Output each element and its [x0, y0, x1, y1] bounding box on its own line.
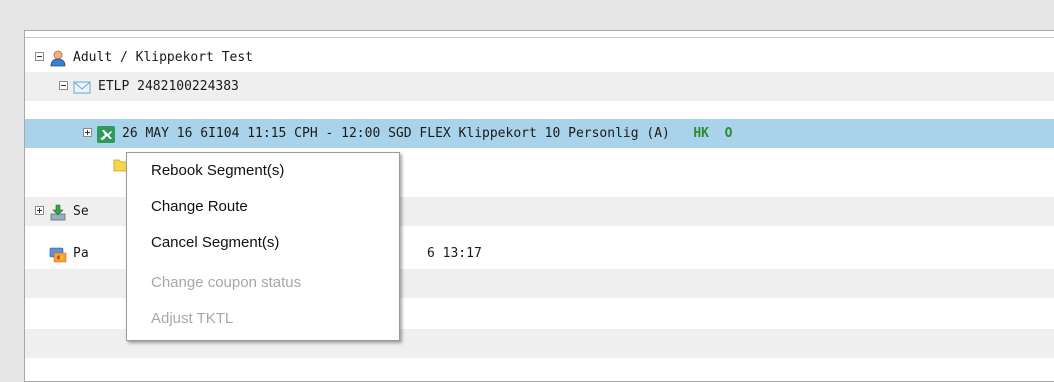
- tree-row-ticket[interactable]: ETLP 2482100224383: [25, 72, 1054, 101]
- segment-text: 26 MAY 16 6I104 11:15 CPH - 12:00 SGD FL…: [122, 126, 670, 141]
- panel-divider: [25, 37, 1054, 38]
- segment-status: HK: [693, 126, 710, 141]
- collapse-toggle[interactable]: [35, 52, 44, 61]
- payment-label: Pa: [73, 246, 89, 261]
- payment-date: 6 13:17: [427, 246, 482, 261]
- credit-card-icon: [49, 245, 67, 263]
- services-label: Se: [73, 204, 89, 219]
- envelope-icon: [73, 78, 91, 95]
- menu-item-adjust-tktl: Adjust TKTL: [151, 310, 234, 327]
- airplane-icon: [97, 125, 115, 143]
- menu-item-change-route[interactable]: Change Route: [151, 195, 248, 219]
- collapse-toggle[interactable]: [59, 81, 68, 90]
- menu-item-change-coupon-status: Change coupon status: [151, 274, 302, 291]
- menu-item-rebook-segments[interactable]: Rebook Segment(s): [151, 159, 284, 183]
- expand-toggle[interactable]: [35, 206, 44, 215]
- coupon-status: O: [724, 126, 733, 141]
- segment-details: 26 MAY 16 6I104 11:15 CPH - 12:00 SGD FL…: [122, 119, 733, 148]
- menu-item-cancel-segments[interactable]: Cancel Segment(s): [151, 231, 279, 255]
- person-icon: [49, 49, 67, 67]
- tree-row-segment[interactable]: 26 MAY 16 6I104 11:15 CPH - 12:00 SGD FL…: [25, 119, 1054, 148]
- download-icon: [49, 203, 67, 221]
- passenger-name: Adult / Klippekort Test: [73, 50, 254, 65]
- expand-toggle[interactable]: [83, 128, 92, 137]
- context-menu: Rebook Segment(s) Change Route Cancel Se…: [126, 152, 400, 341]
- ticket-number: ETLP 2482100224383: [98, 79, 239, 94]
- tree-row-passenger[interactable]: Adult / Klippekort Test: [25, 43, 1054, 72]
